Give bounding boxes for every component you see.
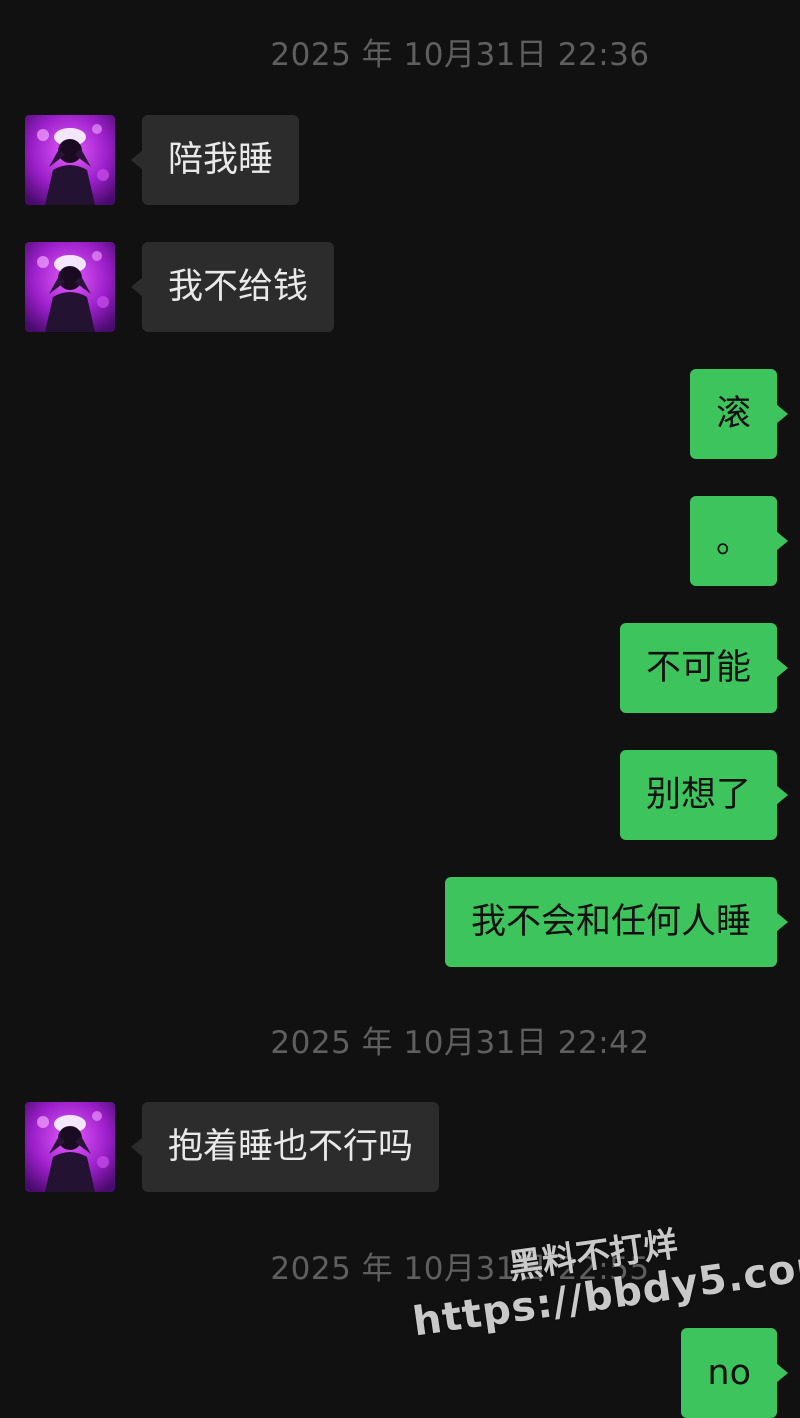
outgoing-message-bubble[interactable]: 滚: [689, 369, 789, 459]
contact-avatar[interactable]: [25, 242, 115, 332]
avatar-icon: [25, 242, 115, 332]
outgoing-message-bubble[interactable]: 我不会和任何人睡: [444, 877, 789, 967]
outgoing-message-bubble[interactable]: 别想了: [619, 750, 789, 840]
incoming-message-bubble[interactable]: 我不给钱: [130, 242, 335, 332]
avatar-icon: [25, 1102, 115, 1192]
incoming-message-bubble[interactable]: 抱着睡也不行吗: [130, 1102, 440, 1192]
outgoing-message-bubble[interactable]: 。: [689, 496, 789, 586]
contact-avatar[interactable]: [25, 1102, 115, 1192]
contact-avatar[interactable]: [25, 115, 115, 205]
outgoing-message-bubble[interactable]: 不可能: [619, 623, 789, 713]
incoming-message-bubble[interactable]: 陪我睡: [130, 115, 300, 205]
outgoing-message-bubble[interactable]: no: [681, 1328, 788, 1418]
avatar-icon: [25, 115, 115, 205]
timestamp: 2025 年 10月31日 22:42: [270, 1025, 650, 1061]
timestamp: 2025 年 10月31日 22:36: [270, 37, 650, 73]
